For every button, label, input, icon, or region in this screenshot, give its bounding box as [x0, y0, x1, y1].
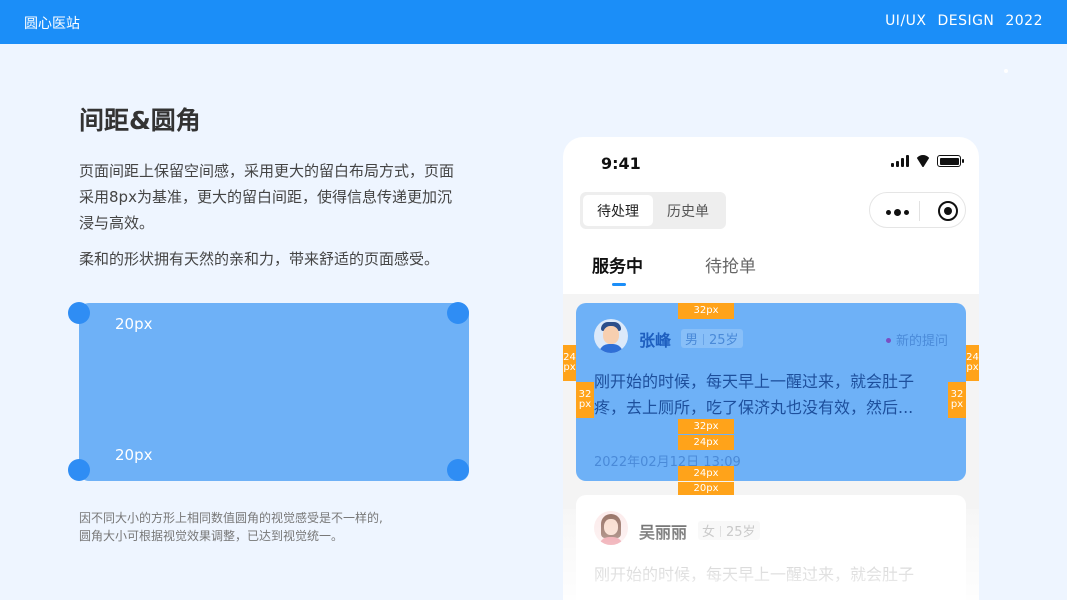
corner-marker-bottom-right	[447, 459, 469, 481]
tab-in-service[interactable]: 服务中	[592, 252, 643, 277]
radius-label-top: 20px	[115, 315, 153, 333]
patient-age: 25岁	[709, 333, 739, 348]
corner-marker-bottom-left	[68, 459, 90, 481]
radius-demo-box: 20px 20px	[68, 302, 469, 481]
patient-age: 25岁	[726, 525, 756, 540]
patient-gender: 女	[702, 525, 716, 540]
phone-mockup: 9:41 待处理 历史单 服务中 待抢单 张峰 男 25岁 新的提问 刚开始的时候…	[563, 137, 979, 600]
order-card[interactable]: 张峰 男 25岁 新的提问 刚开始的时候，每天早上一醒过来，就会肚子疼，去上厕所，…	[576, 303, 966, 481]
segment-history[interactable]: 历史单	[653, 195, 723, 226]
patient-meta: 男 25岁	[681, 329, 743, 348]
segment-pending[interactable]: 待处理	[583, 195, 653, 226]
section-title: 间距&圆角	[79, 106, 201, 135]
top-bar: 圆心医站 UI/UX DESIGN 2022	[0, 0, 1067, 44]
spacing-marker-right-outer: 24 px	[966, 345, 979, 381]
corner-marker-top-left	[68, 302, 90, 324]
spacing-marker-left-outer: 24 px	[563, 345, 576, 381]
note-line-1: 因不同大小的方形上相同数值圆角的视觉感受是不一样的,	[79, 511, 383, 525]
miniprogram-capsule	[869, 192, 966, 228]
radius-note: 因不同大小的方形上相同数值圆角的视觉感受是不一样的, 圆角大小可根据视觉效果调整…	[79, 509, 499, 545]
spacing-marker-right-inner: 32 px	[948, 382, 966, 418]
header-tag: UI/UX DESIGN 2022	[885, 13, 1043, 29]
status-segment-control: 待处理 历史单	[580, 192, 726, 229]
tab-to-grab[interactable]: 待抢单	[705, 252, 756, 277]
spacing-description: 页面间距上保留空间感，采用更大的留白布局方式，页面采用8px为基准，更大的留白间…	[79, 162, 455, 232]
patient-name: 吴丽丽	[639, 523, 688, 542]
question-content: 刚开始的时候，每天早上一醒过来，就会肚子	[594, 565, 915, 584]
order-card[interactable]: 吴丽丽 女 25岁 刚开始的时候，每天早上一醒过来，就会肚子	[576, 495, 966, 600]
spacing-marker-bottom: 24px	[678, 466, 734, 481]
spacing-marker-text-bottom: 32px	[678, 419, 734, 434]
close-miniprogram-icon[interactable]	[938, 201, 958, 221]
capsule-divider	[919, 201, 920, 221]
status-icons	[891, 155, 964, 167]
spacing-marker-left-inner: 32 px	[576, 382, 594, 418]
corner-marker-top-right	[447, 302, 469, 324]
female-avatar-icon	[594, 511, 628, 545]
decor-dot	[1004, 69, 1008, 73]
male-avatar-icon	[594, 319, 628, 353]
more-icon[interactable]	[886, 209, 909, 216]
signal-icon	[891, 155, 909, 167]
radius-label-bottom: 20px	[115, 446, 153, 464]
wifi-icon	[915, 155, 931, 167]
note-line-2: 圆角大小可根据视觉效果调整，已达到视觉统一。	[79, 529, 344, 543]
patient-meta: 女 25岁	[698, 521, 760, 540]
tab-indicator	[612, 283, 626, 286]
question-content: 刚开始的时候，每天早上一醒过来，就会肚子疼，去上厕所，吃了保济丸也没有效，然后.…	[594, 372, 915, 417]
battery-icon	[937, 155, 964, 167]
new-question-tag: 新的提问	[886, 330, 948, 349]
radius-description: 柔和的形状拥有天然的亲和力，带来舒适的页面感受。	[79, 250, 440, 268]
brand-name: 圆心医站	[24, 16, 80, 32]
patient-gender: 男	[685, 333, 699, 348]
patient-name: 张峰	[639, 331, 672, 350]
spacing-marker-card-gap: 20px	[678, 482, 734, 495]
spacing-marker-top: 32px	[678, 303, 734, 319]
spacing-marker-date-top: 24px	[678, 435, 734, 450]
status-time: 9:41	[601, 154, 641, 173]
